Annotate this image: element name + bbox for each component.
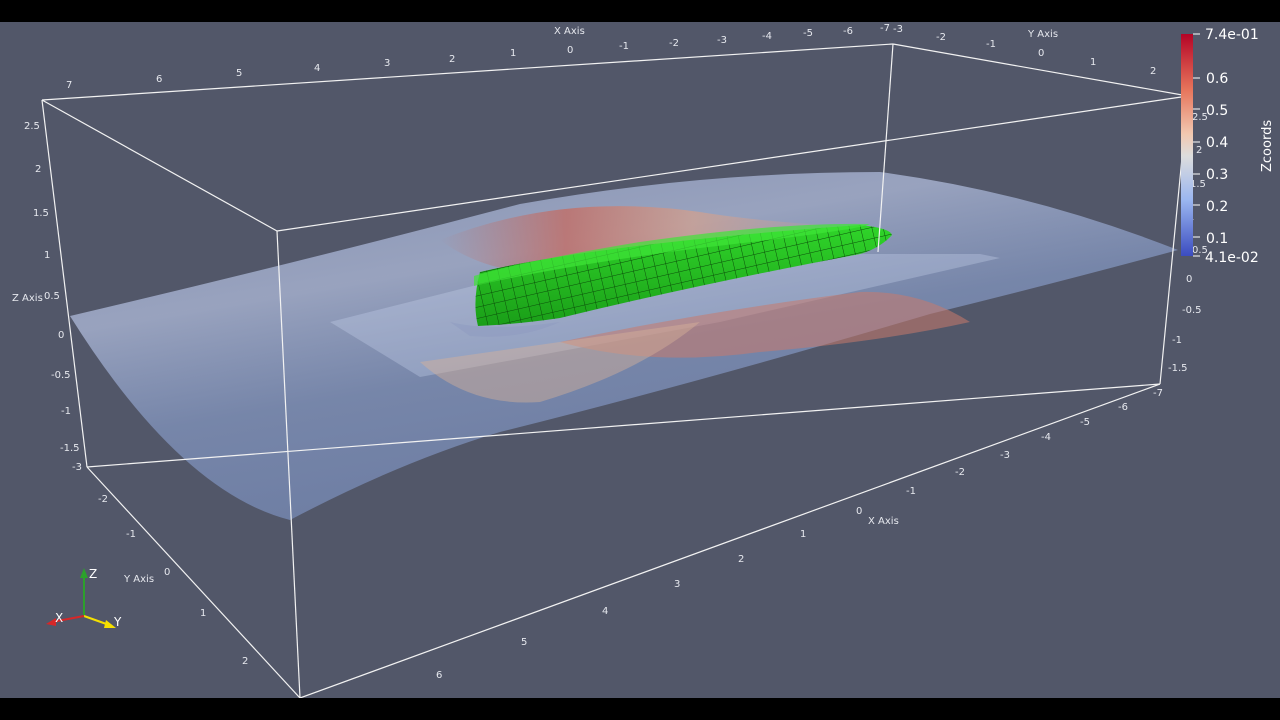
- tick-label: 2: [242, 656, 248, 667]
- scene-svg[interactable]: 7 6 5 4 3 2 1 0 -1 -2 -3 -4 -5 -6 -7 X A…: [0, 22, 1280, 698]
- tick-label: -0.5: [1182, 305, 1202, 316]
- tick-label: 2: [35, 164, 41, 175]
- tick-label: 2: [449, 54, 455, 65]
- tick-label: -1.5: [1168, 363, 1188, 374]
- y-axis-bottom-ticks: -3 -2 -1 0 1 2 Y Axis: [72, 462, 248, 667]
- colorbar-title: Zcoords: [1260, 120, 1275, 172]
- x-axis-label-top: X Axis: [554, 26, 585, 37]
- tick-label: -6: [843, 26, 853, 37]
- tick-label: 2: [1196, 145, 1202, 156]
- render-viewport[interactable]: 7 6 5 4 3 2 1 0 -1 -2 -3 -4 -5 -6 -7 X A…: [0, 22, 1280, 698]
- tick-label: 1: [1090, 57, 1096, 68]
- tick-label: 5: [521, 637, 527, 648]
- colorbar-gradient: [1181, 34, 1193, 256]
- colorbar-tick: 0.6: [1206, 71, 1228, 87]
- colorbar-max-label: 7.4e-01: [1205, 27, 1259, 43]
- y-axis-label-top: Y Axis: [1027, 29, 1058, 40]
- tick-label: 0.5: [44, 291, 60, 302]
- tick-label: -1: [906, 486, 916, 497]
- colorbar-tick: 0.4: [1206, 135, 1228, 151]
- tick-label: -1.5: [60, 443, 80, 454]
- tick-label: 1.5: [33, 208, 49, 219]
- colorbar-tick: 0.5: [1206, 103, 1228, 119]
- tick-label: -7: [880, 23, 890, 34]
- tick-label: -1: [61, 406, 71, 417]
- triad-z-label: Z: [89, 567, 97, 581]
- tick-label: 2: [1150, 66, 1156, 77]
- tick-label: -6: [1118, 402, 1128, 413]
- tick-label: 1: [510, 48, 516, 59]
- tick-label: 1: [44, 250, 50, 261]
- tick-label: 2: [738, 554, 744, 565]
- x-axis-label-bottom: X Axis: [868, 516, 899, 527]
- tick-label: 6: [156, 74, 162, 85]
- tick-label: -3: [893, 24, 903, 35]
- tick-label: 0: [1186, 274, 1192, 285]
- tick-label: 0: [1038, 48, 1044, 59]
- tick-label: 3: [384, 58, 390, 69]
- tick-label: -5: [1080, 417, 1090, 428]
- y-axis-label-bottom: Y Axis: [123, 574, 154, 585]
- z-axis-label-left: Z Axis: [12, 293, 43, 304]
- tick-label: 2.5: [24, 121, 40, 132]
- triad-y-label: Y: [113, 615, 122, 629]
- tick-label: -2: [669, 38, 679, 49]
- colorbar-tick: 0.1: [1206, 231, 1228, 247]
- tick-label: -7: [1153, 388, 1163, 399]
- triad-x-label: X: [55, 611, 63, 625]
- tick-label: 7: [66, 80, 72, 91]
- orientation-axes[interactable]: Z Y X: [46, 567, 122, 629]
- tick-label: -2: [936, 32, 946, 43]
- tick-label: -1: [126, 529, 136, 540]
- tick-label: 4: [314, 63, 320, 74]
- tick-label: 3: [674, 579, 680, 590]
- tick-label: -2: [98, 494, 108, 505]
- colorbar-tick: 0.3: [1206, 167, 1228, 183]
- tick-label: -1: [1172, 335, 1182, 346]
- tick-label: -1: [986, 39, 996, 50]
- x-axis-top-ticks: 7 6 5 4 3 2 1 0 -1 -2 -3 -4 -5 -6 -7 X A…: [66, 23, 890, 91]
- wave-surface: [70, 172, 1178, 520]
- tick-label: -3: [717, 35, 727, 46]
- tick-label: 1: [800, 529, 806, 540]
- tick-label: 0: [164, 567, 170, 578]
- tick-label: -1: [619, 41, 629, 52]
- tick-label: 4: [602, 606, 608, 617]
- tick-label: -3: [72, 462, 82, 473]
- tick-label: 0: [856, 506, 862, 517]
- tick-label: -0.5: [51, 370, 71, 381]
- colorbar-min-label: 4.1e-02: [1205, 250, 1259, 266]
- triad-z-arrow: [80, 568, 88, 578]
- tick-label: 6: [436, 670, 442, 681]
- tick-label: 1: [200, 608, 206, 619]
- tick-label: -2: [955, 467, 965, 478]
- tick-label: -4: [1041, 432, 1051, 443]
- colorbar-tick: 0.2: [1206, 199, 1228, 215]
- tick-label: 0: [58, 330, 64, 341]
- letterbox-bottom: [0, 698, 1280, 720]
- letterbox-top: [0, 0, 1280, 22]
- tick-label: 5: [236, 68, 242, 79]
- z-axis-left-ticks: 2.5 2 1.5 1 0.5 0 -0.5 -1 -1.5 Z Axis: [12, 121, 80, 454]
- tick-label: -5: [803, 28, 813, 39]
- tick-label: 0: [567, 45, 573, 56]
- tick-label: -4: [762, 31, 772, 42]
- tick-label: -3: [1000, 450, 1010, 461]
